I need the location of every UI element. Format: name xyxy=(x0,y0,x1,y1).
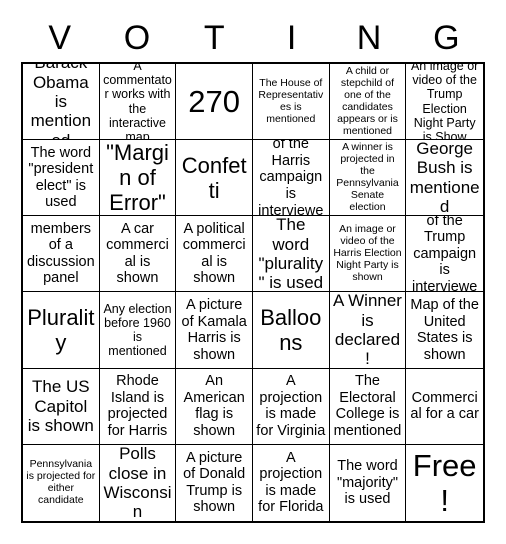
bingo-cell[interactable]: Commercial for a car xyxy=(406,369,483,445)
bingo-cell[interactable]: Barack Obama is mentioned xyxy=(23,64,100,141)
bingo-cell-label: A political commercial is shown xyxy=(182,220,246,287)
bingo-cell-label: Polls close in Wisconsin xyxy=(103,444,172,521)
bingo-grid: Barack Obama is mentionedA commentator w… xyxy=(21,62,485,523)
bingo-cell[interactable]: A projection is made for Florida xyxy=(253,444,330,521)
bingo-cell-label: An image or video of the Harris Election… xyxy=(333,222,402,283)
bingo-cell-label: The word "president elect" is used xyxy=(28,144,94,211)
bingo-cell[interactable]: A picture of Kamala Harris is shown xyxy=(176,292,253,369)
bingo-cell[interactable]: A child or stepchild of one of the candi… xyxy=(329,64,407,141)
bingo-cell[interactable]: Rhode Island is projected for Harris xyxy=(99,368,177,445)
bingo-cell[interactable]: Two members of a discussion panel argue xyxy=(23,216,100,293)
bingo-cell[interactable]: The Electoral College is mentioned xyxy=(329,368,407,445)
bingo-cell[interactable]: An image or video of the Harris Election… xyxy=(329,216,407,293)
bingo-cell[interactable]: The word "plurality" is used xyxy=(252,216,330,293)
bingo-cell[interactable]: The word "majority" is used xyxy=(330,444,407,521)
bingo-cell-label: A commentator works with the interactive… xyxy=(103,64,172,141)
bingo-cell[interactable]: Plurality xyxy=(23,292,100,369)
bingo-header-letter-2: T xyxy=(203,19,225,57)
bingo-cell-label: The US Capitol is shown xyxy=(27,377,94,435)
bingo-cell[interactable]: A picture of Donald Trump is shown xyxy=(176,444,253,521)
bingo-cell[interactable]: Confetti xyxy=(176,140,253,217)
bingo-cell-label: An American flag is shown xyxy=(183,373,245,439)
bingo-cell-label: Balloons xyxy=(260,304,322,356)
bingo-cell[interactable]: 270 xyxy=(176,64,253,141)
bingo-cell[interactable]: Polls close in Wisconsin xyxy=(100,444,177,521)
bingo-cell[interactable]: A member of the Harris campaign is inter… xyxy=(252,140,330,217)
bingo-cell[interactable]: A car commercial is shown xyxy=(99,216,177,293)
bingo-cell-label: The word "plurality" is used xyxy=(258,216,324,293)
bingo-cell-label: 270 xyxy=(188,83,241,119)
bingo-cell-label: "Margin of Error" xyxy=(106,140,169,216)
bingo-cell-label: Free! xyxy=(412,447,477,518)
bingo-header-letter-0: V xyxy=(48,19,71,57)
bingo-cell-label: The word "majority" is used xyxy=(336,458,399,508)
bingo-header: VOTING xyxy=(21,14,485,62)
bingo-cell[interactable]: Pennsylvania is projected for either can… xyxy=(23,444,100,521)
bingo-cell-label: A Winner is declared! xyxy=(333,292,402,369)
bingo-cell-label: Barack Obama is mentioned xyxy=(30,64,92,141)
bingo-cell-label: Pennsylvania is projected for either can… xyxy=(26,457,96,506)
bingo-cell-label: Commercial for a car xyxy=(410,389,479,423)
bingo-cell[interactable]: An image or video of the Trump Election … xyxy=(406,64,483,141)
bingo-cell[interactable]: The House of Representatives is mentione… xyxy=(252,64,330,141)
bingo-cell-label: The House of Representatives is mentione… xyxy=(258,76,324,125)
bingo-cell-label: The Electoral College is mentioned xyxy=(333,373,402,439)
bingo-cell-label: A picture of Kamala Harris is shown xyxy=(181,297,247,363)
bingo-cell[interactable]: The US Capitol is shown xyxy=(23,368,100,445)
bingo-cell-label: A child or stepchild of one of the candi… xyxy=(337,64,398,137)
bingo-cell-label: A car commercial is shown xyxy=(106,220,169,287)
bingo-cell-label: A projection is made for Virginia xyxy=(256,373,326,439)
bingo-cell[interactable]: A projection is made for Virginia xyxy=(252,368,330,445)
bingo-cell-label: A winner is projected in the Pennsylvani… xyxy=(336,140,399,213)
bingo-cell[interactable]: Balloons xyxy=(252,292,330,369)
bingo-cell[interactable]: "Margin of Error" xyxy=(99,140,177,217)
bingo-card: V O T I N G Barack Obama is mentionedA commen… xyxy=(0,0,506,544)
bingo-cell-label: Confetti xyxy=(181,152,247,203)
bingo-cell-label: Rhode Island is projected for Harris xyxy=(107,373,168,439)
bingo-cell-label: A picture of Donald Trump is shown xyxy=(183,449,246,516)
bingo-cell-label: A member of the Trump campaign is interv… xyxy=(412,216,478,293)
bingo-header-letter-5: G xyxy=(433,19,460,57)
bingo-cell[interactable]: A Winner is declared! xyxy=(329,292,407,369)
bingo-cell[interactable]: George Bush is mentioned xyxy=(406,140,483,217)
bingo-cell-label: Any election before 1960 is mentioned xyxy=(103,301,172,359)
bingo-cell[interactable]: A winner is projected in the Pennsylvani… xyxy=(329,140,407,217)
bingo-cell[interactable]: An American flag is shown xyxy=(176,368,253,445)
bingo-cell-label: George Bush is mentioned xyxy=(409,140,480,217)
bingo-header-letter-3: I xyxy=(286,19,297,57)
bingo-cell[interactable]: Map of the United States is shown xyxy=(406,292,483,369)
bingo-cell[interactable]: A member of the Trump campaign is interv… xyxy=(406,216,483,293)
bingo-cell-label: Map of the United States is shown xyxy=(410,297,479,363)
bingo-cell-label: A member of the Harris campaign is inter… xyxy=(258,140,324,217)
bingo-cell-label: A projection is made for Florida xyxy=(258,449,324,516)
bingo-cell[interactable]: The word "president elect" is used xyxy=(23,140,100,217)
bingo-cell[interactable]: Free! xyxy=(406,445,483,521)
bingo-cell[interactable]: A commentator works with the interactive… xyxy=(99,64,177,141)
bingo-header-letter-4: N xyxy=(356,19,382,57)
bingo-cell[interactable]: A political commercial is shown xyxy=(176,216,253,293)
bingo-cell[interactable]: Any election before 1960 is mentioned xyxy=(99,292,177,369)
bingo-cell-label: An image or video of the Trump Election … xyxy=(410,64,479,141)
bingo-cell-label: Plurality xyxy=(27,304,95,356)
bingo-cell-label: Two members of a discussion panel argue xyxy=(26,216,95,291)
bingo-header-letter-1: O xyxy=(123,19,151,57)
